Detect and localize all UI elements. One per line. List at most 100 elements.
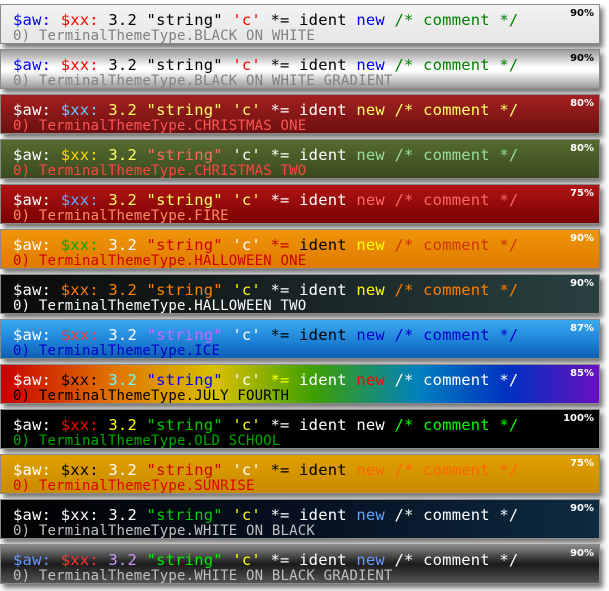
token-var2: $xx: bbox=[60, 551, 99, 569]
token-ident: ident bbox=[299, 551, 347, 569]
token-char: 'c' bbox=[232, 281, 261, 299]
token-var2: $xx: bbox=[60, 371, 99, 389]
theme-row[interactable]: $aw: $xx: 3.2 "string" 'c' *= ident new … bbox=[0, 274, 600, 314]
token-operator: *= bbox=[270, 191, 290, 209]
theme-name-label: 0) TerminalThemeType.BLACK_ON_WHITE_GRAD… bbox=[13, 73, 393, 89]
token-var2: $xx: bbox=[60, 191, 99, 209]
token-keyword: new bbox=[356, 506, 385, 524]
theme-name-label: 0) TerminalThemeType.HALLOWEEN_ONE bbox=[13, 253, 307, 269]
token-keyword: new bbox=[356, 101, 385, 119]
theme-row[interactable]: $aw: $xx: 3.2 "string" 'c' *= ident new … bbox=[0, 139, 600, 179]
token-var: $aw: bbox=[13, 191, 52, 209]
opacity-percent: 90% bbox=[570, 503, 594, 514]
token-ident: ident bbox=[299, 371, 347, 389]
token-number: 3.2 bbox=[108, 506, 137, 524]
token-ident: ident bbox=[299, 236, 347, 254]
token-number: 3.2 bbox=[108, 551, 137, 569]
token-char: 'c' bbox=[232, 146, 261, 164]
theme-row[interactable]: $aw: $xx: 3.2 "string" 'c' *= ident new … bbox=[0, 544, 600, 584]
theme-name-label: 0) TerminalThemeType.WHITE_ON_BLACK bbox=[13, 523, 316, 539]
opacity-percent: 90% bbox=[570, 278, 594, 289]
token-var: $aw: bbox=[13, 101, 52, 119]
token-ident: ident bbox=[299, 506, 347, 524]
token-ident: ident bbox=[299, 146, 347, 164]
theme-row[interactable]: $aw: $xx: 3.2 "string" 'c' *= ident new … bbox=[0, 49, 600, 89]
token-number: 3.2 bbox=[108, 326, 137, 344]
token-char: 'c' bbox=[232, 461, 261, 479]
token-string: "string" bbox=[146, 461, 223, 479]
token-operator: *= bbox=[270, 416, 290, 434]
token-operator: *= bbox=[270, 281, 290, 299]
opacity-percent: 85% bbox=[570, 368, 594, 379]
theme-name-label: 0) TerminalThemeType.ICE bbox=[13, 343, 221, 359]
syntax-sample: $aw: $xx: 3.2 "string" 'c' *= ident new … bbox=[13, 551, 518, 569]
token-keyword: new bbox=[356, 326, 385, 344]
theme-row[interactable]: $aw: $xx: 3.2 "string" 'c' *= ident new … bbox=[0, 184, 600, 224]
token-operator: *= bbox=[270, 236, 290, 254]
theme-name-label: 0) TerminalThemeType.HALLOWEEN_TWO bbox=[13, 298, 307, 314]
token-keyword: new bbox=[356, 146, 385, 164]
theme-row[interactable]: $aw: $xx: 3.2 "string" 'c' *= ident new … bbox=[0, 4, 600, 44]
token-keyword: new bbox=[356, 371, 385, 389]
opacity-percent: 80% bbox=[570, 98, 594, 109]
token-var: $aw: bbox=[13, 551, 52, 569]
token-ident: ident bbox=[299, 101, 347, 119]
token-keyword: new bbox=[356, 236, 385, 254]
syntax-sample: $aw: $xx: 3.2 "string" 'c' *= ident new … bbox=[13, 281, 518, 299]
token-char: 'c' bbox=[232, 191, 261, 209]
opacity-percent: 90% bbox=[570, 548, 594, 559]
theme-row[interactable]: $aw: $xx: 3.2 "string" 'c' *= ident new … bbox=[0, 364, 600, 404]
theme-row[interactable]: $aw: $xx: 3.2 "string" 'c' *= ident new … bbox=[0, 499, 600, 539]
token-keyword: new bbox=[356, 191, 385, 209]
token-var2: $xx: bbox=[60, 56, 99, 74]
opacity-percent: 80% bbox=[570, 143, 594, 154]
theme-row[interactable]: $aw: $xx: 3.2 "string" 'c' *= ident new … bbox=[0, 409, 600, 449]
token-string: "string" bbox=[146, 236, 223, 254]
token-comment: /* comment */ bbox=[394, 416, 519, 434]
token-keyword: new bbox=[356, 11, 385, 29]
syntax-sample: $aw: $xx: 3.2 "string" 'c' *= ident new … bbox=[13, 236, 518, 254]
token-ident: ident bbox=[299, 56, 347, 74]
token-number: 3.2 bbox=[108, 11, 137, 29]
opacity-percent: 90% bbox=[570, 233, 594, 244]
opacity-percent: 87% bbox=[570, 323, 594, 334]
theme-name-label: 0) TerminalThemeType.BLACK_ON_WHITE bbox=[13, 28, 316, 44]
syntax-sample: $aw: $xx: 3.2 "string" 'c' *= ident new … bbox=[13, 506, 518, 524]
token-var: $aw: bbox=[13, 461, 52, 479]
syntax-sample: $aw: $xx: 3.2 "string" 'c' *= ident new … bbox=[13, 11, 518, 29]
syntax-sample: $aw: $xx: 3.2 "string" 'c' *= ident new … bbox=[13, 371, 518, 389]
token-ident: ident bbox=[299, 461, 347, 479]
theme-row[interactable]: $aw: $xx: 3.2 "string" 'c' *= ident new … bbox=[0, 319, 600, 359]
token-ident: ident bbox=[299, 11, 347, 29]
token-ident: ident bbox=[299, 191, 347, 209]
token-keyword: new bbox=[356, 281, 385, 299]
token-comment: /* comment */ bbox=[394, 146, 519, 164]
token-var2: $xx: bbox=[60, 281, 99, 299]
token-char: 'c' bbox=[232, 326, 261, 344]
token-string: "string" bbox=[146, 416, 223, 434]
token-var2: $xx: bbox=[60, 101, 99, 119]
token-number: 3.2 bbox=[108, 371, 137, 389]
opacity-percent: 75% bbox=[570, 458, 594, 469]
theme-name-label: 0) TerminalThemeType.SUNRISE bbox=[13, 478, 255, 494]
token-var: $aw: bbox=[13, 416, 52, 434]
token-var: $aw: bbox=[13, 281, 52, 299]
theme-name-label: 0) TerminalThemeType.FIRE bbox=[13, 208, 229, 224]
token-var: $aw: bbox=[13, 236, 52, 254]
opacity-percent: 100% bbox=[563, 413, 594, 424]
token-operator: *= bbox=[270, 101, 290, 119]
token-string: "string" bbox=[146, 11, 223, 29]
theme-row[interactable]: $aw: $xx: 3.2 "string" 'c' *= ident new … bbox=[0, 94, 600, 134]
token-ident: ident bbox=[299, 326, 347, 344]
theme-row[interactable]: $aw: $xx: 3.2 "string" 'c' *= ident new … bbox=[0, 454, 600, 494]
token-comment: /* comment */ bbox=[394, 326, 519, 344]
token-ident: ident bbox=[299, 281, 347, 299]
syntax-sample: $aw: $xx: 3.2 "string" 'c' *= ident new … bbox=[13, 101, 518, 119]
token-comment: /* comment */ bbox=[394, 551, 519, 569]
token-comment: /* comment */ bbox=[394, 371, 519, 389]
token-char: 'c' bbox=[232, 506, 261, 524]
theme-row[interactable]: $aw: $xx: 3.2 "string" 'c' *= ident new … bbox=[0, 229, 600, 269]
token-comment: /* comment */ bbox=[394, 281, 519, 299]
syntax-sample: $aw: $xx: 3.2 "string" 'c' *= ident new … bbox=[13, 326, 518, 344]
token-operator: *= bbox=[270, 371, 290, 389]
